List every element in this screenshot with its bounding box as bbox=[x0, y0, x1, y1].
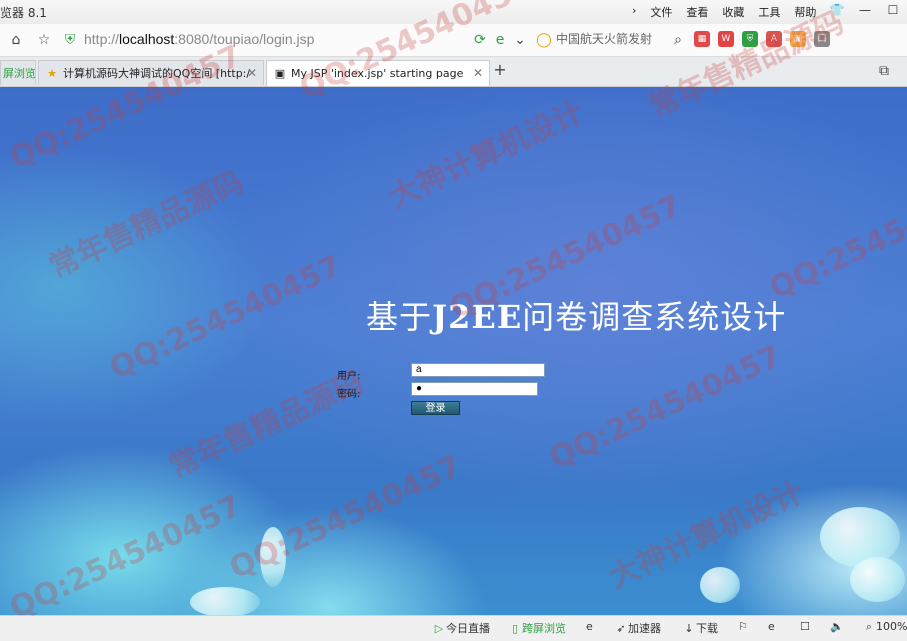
tab-jsp-page[interactable]: ▣ My JSP 'index.jsp' starting page ✕ bbox=[266, 60, 490, 86]
live-button[interactable]: ▷ 今日直播 bbox=[432, 620, 490, 636]
decorative-bubble bbox=[260, 527, 286, 587]
search-icon[interactable]: ⌕ bbox=[668, 30, 688, 50]
refresh-icon[interactable]: ⟳ bbox=[470, 30, 490, 50]
browser-icon[interactable]: e bbox=[768, 620, 775, 633]
menu-help[interactable]: 帮助 bbox=[794, 4, 816, 20]
search-input[interactable]: 中国航天火箭发射 bbox=[556, 29, 668, 49]
chevron-right-icon[interactable]: › bbox=[632, 4, 636, 20]
ie-mode-icon[interactable]: e bbox=[490, 30, 510, 50]
apps-icon[interactable]: ▦ bbox=[694, 31, 710, 47]
url-host: localhost bbox=[119, 31, 175, 47]
phone-icon: ▯ bbox=[511, 622, 519, 635]
tab-qq-space[interactable]: ★ 计算机源码大神调试的QQ空间 [http:/ ✕ bbox=[38, 60, 264, 85]
search-engine-icon[interactable]: ◯ bbox=[534, 30, 554, 50]
window-icon[interactable]: ☐ bbox=[800, 620, 810, 633]
pdf-icon[interactable]: A bbox=[766, 31, 782, 47]
star-icon[interactable]: ☆ bbox=[34, 30, 54, 50]
download-icon: ↓ bbox=[684, 622, 694, 635]
tab-cross-screen[interactable]: 屏浏览 bbox=[0, 60, 36, 85]
gift-icon[interactable]: ▣ bbox=[790, 31, 806, 47]
shield-icon[interactable]: ⛨ bbox=[60, 30, 80, 50]
page-content: 基于J2EE问卷调查系统设计 用户: a 密码: ● 登录 bbox=[0, 87, 907, 615]
url-input[interactable]: http://localhost:8080/toupiao/login.jsp bbox=[84, 28, 494, 50]
accelerator-button[interactable]: ➶ 加速器 bbox=[614, 620, 661, 636]
extension-bar: ▦ W ⛨ A ▣ 囗 bbox=[694, 31, 830, 47]
rocket-icon: ➶ bbox=[616, 622, 626, 635]
zoom-icon: ⌕ bbox=[865, 620, 873, 633]
new-tab-button[interactable]: + bbox=[490, 60, 510, 80]
menu-favorites[interactable]: 收藏 bbox=[722, 4, 744, 20]
decorative-bubble bbox=[190, 587, 260, 615]
address-bar: ⌂ ☆ ⛨ http://localhost:8080/toupiao/logi… bbox=[0, 24, 907, 57]
translate-icon[interactable]: 囗 bbox=[814, 31, 830, 47]
speaker-icon[interactable]: 🔈 bbox=[830, 620, 844, 633]
page-icon: ▣ bbox=[274, 67, 286, 80]
cross-screen-button[interactable]: ▯ 跨屏浏览 bbox=[508, 620, 566, 636]
close-icon[interactable]: ✕ bbox=[473, 61, 483, 86]
menu-tools[interactable]: 工具 bbox=[758, 4, 780, 20]
username-label: 用户: bbox=[337, 371, 361, 382]
status-bar: ▷ 今日直播 ▯ 跨屏浏览 e ➶ 加速器 ↓ 下载 ⚐ e ☐ 🔈 ⌕ 100% bbox=[0, 615, 907, 641]
maximize-icon[interactable]: ☐ bbox=[879, 0, 907, 22]
username-field[interactable]: a bbox=[411, 363, 545, 377]
zoom-control[interactable]: ⌕ 100% bbox=[862, 620, 907, 634]
title-bar: 览器 8.1 › 文件 查看 收藏 工具 帮助 👕 — ☐ bbox=[0, 0, 907, 24]
close-icon[interactable]: ✕ bbox=[247, 61, 257, 85]
security-icon[interactable]: ⛨ bbox=[742, 31, 758, 47]
login-button[interactable]: 登录 bbox=[411, 401, 460, 415]
menu-view[interactable]: 查看 bbox=[686, 4, 708, 20]
tab-label: 计算机源码大神调试的QQ空间 [http:/ bbox=[63, 67, 251, 80]
tab-menu-icon[interactable]: ⧉ bbox=[874, 61, 894, 81]
tab-bar: 屏浏览 ★ 计算机源码大神调试的QQ空间 [http:/ ✕ ▣ My JSP 'i… bbox=[0, 57, 907, 87]
home-icon[interactable]: ⌂ bbox=[6, 30, 26, 50]
play-icon: ▷ bbox=[434, 622, 444, 635]
menu-bar: › 文件 查看 收藏 工具 帮助 bbox=[632, 4, 816, 20]
page-title: 基于J2EE问卷调查系统设计 bbox=[366, 298, 787, 336]
password-field[interactable]: ● bbox=[411, 382, 538, 396]
star-icon: ★ bbox=[47, 67, 57, 80]
password-label: 密码: bbox=[337, 389, 361, 400]
decorative-bubble bbox=[850, 557, 905, 602]
ie-icon[interactable]: e bbox=[586, 620, 593, 633]
flag-icon[interactable]: ⚐ bbox=[738, 620, 748, 633]
decorative-bubble bbox=[700, 567, 740, 603]
chevron-down-icon[interactable]: ⌄ bbox=[510, 30, 530, 50]
menu-file[interactable]: 文件 bbox=[650, 4, 672, 20]
minimize-icon[interactable]: — bbox=[851, 0, 879, 22]
tab-label: 屏浏览 bbox=[3, 67, 36, 80]
tab-label: My JSP 'index.jsp' starting page bbox=[291, 67, 464, 80]
app-name: 览器 8.1 bbox=[0, 6, 47, 20]
weibo-icon[interactable]: W bbox=[718, 31, 734, 47]
window-controls: 👕 — ☐ bbox=[823, 0, 907, 22]
download-button[interactable]: ↓ 下载 bbox=[682, 620, 718, 636]
shirt-icon[interactable]: 👕 bbox=[823, 0, 851, 22]
